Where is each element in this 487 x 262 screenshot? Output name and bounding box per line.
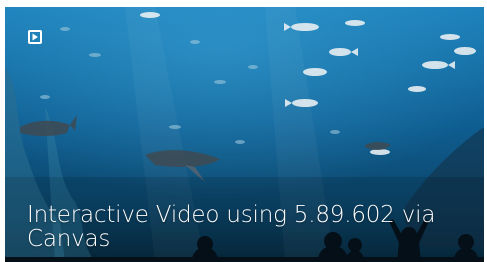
video-tile[interactable]: Interactive Video using 5.89.602 via Can… [5,7,484,262]
play-icon[interactable] [28,30,42,44]
play-triangle-icon [32,33,38,41]
video-title[interactable]: Interactive Video using 5.89.602 via Can… [27,203,467,251]
